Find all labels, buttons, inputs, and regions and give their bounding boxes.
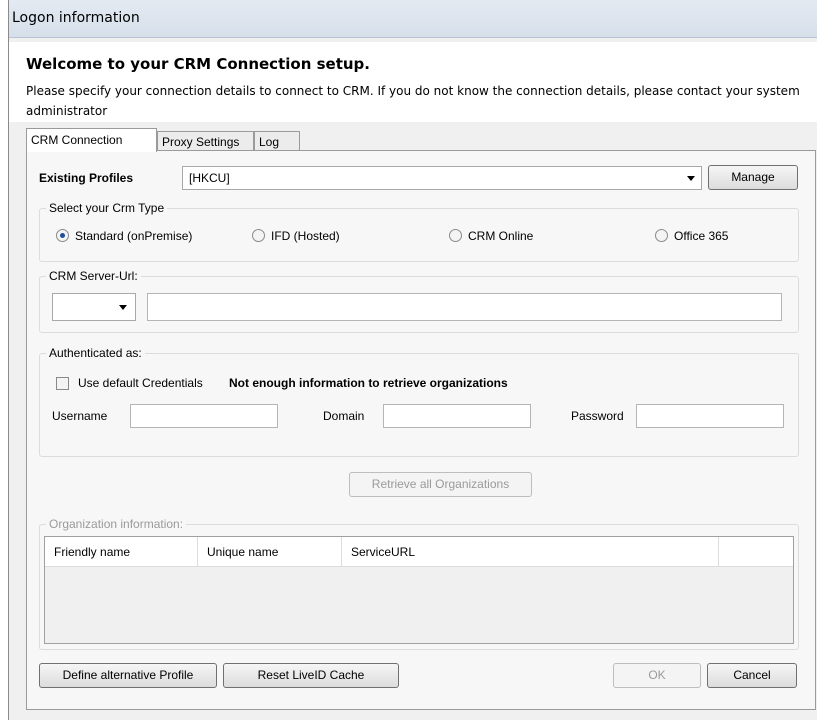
- column-filler: [719, 537, 794, 567]
- radio-label: IFD (Hosted): [271, 229, 340, 243]
- radio-crm-online[interactable]: CRM Online: [449, 229, 533, 243]
- radio-selected-icon: [56, 229, 69, 242]
- organization-label: Organization information:: [46, 517, 187, 531]
- radio-ifd-hosted[interactable]: IFD (Hosted): [252, 229, 340, 243]
- table-header: Friendly name Unique name ServiceURL: [45, 537, 793, 567]
- password-label: Password: [571, 409, 624, 423]
- reset-liveid-cache-button[interactable]: Reset LiveID Cache: [223, 663, 399, 688]
- crm-type-label: Select your Crm Type: [46, 201, 168, 215]
- profiles-dropdown[interactable]: [HKCU]: [182, 166, 702, 190]
- tab-proxy-settings[interactable]: Proxy Settings: [157, 131, 254, 151]
- server-url-label: CRM Server-Url:: [46, 269, 141, 283]
- tab-crm-connection[interactable]: CRM Connection: [26, 128, 157, 152]
- organizations-table[interactable]: Friendly name Unique name ServiceURL: [44, 536, 794, 644]
- organization-group: Organization information: Friendly name …: [39, 517, 799, 650]
- server-url-group: CRM Server-Url:: [39, 269, 799, 333]
- radio-office-365[interactable]: Office 365: [655, 229, 728, 243]
- chevron-down-icon: [119, 305, 127, 310]
- radio-icon: [252, 229, 265, 242]
- welcome-description: Please specify your connection details t…: [26, 84, 800, 118]
- authenticated-as-label: Authenticated as:: [46, 346, 145, 360]
- protocol-dropdown[interactable]: [52, 293, 136, 321]
- domain-input[interactable]: [383, 404, 531, 428]
- column-service-url[interactable]: ServiceURL: [342, 537, 719, 567]
- window-title: Logon information: [12, 10, 140, 26]
- default-credentials-checkbox[interactable]: [56, 377, 69, 390]
- auth-status-message: Not enough information to retrieve organ…: [229, 376, 508, 390]
- radio-icon: [655, 229, 668, 242]
- radio-label: CRM Online: [468, 229, 534, 243]
- profiles-selected-value: [HKCU]: [189, 171, 230, 185]
- tab-log[interactable]: Log: [254, 131, 300, 151]
- crm-type-group: Select your Crm Type Standard (onPremise…: [39, 201, 799, 262]
- radio-label: Office 365: [674, 229, 729, 243]
- authentication-group: Authenticated as: Use default Credential…: [39, 346, 799, 457]
- manage-button[interactable]: Manage: [708, 165, 798, 190]
- server-url-input[interactable]: [147, 293, 782, 321]
- crm-connection-panel: Existing Profiles [HKCU] Manage Select y…: [26, 150, 816, 710]
- chevron-down-icon: [687, 176, 695, 181]
- password-input[interactable]: [636, 404, 784, 428]
- existing-profiles-label: Existing Profiles: [39, 171, 134, 185]
- welcome-header: Welcome to your CRM Connection setup. Pl…: [9, 42, 817, 122]
- cancel-button[interactable]: Cancel: [707, 663, 797, 688]
- radio-standard-onpremise[interactable]: Standard (onPremise): [56, 229, 192, 243]
- default-credentials-label: Use default Credentials: [78, 376, 203, 390]
- column-unique-name[interactable]: Unique name: [198, 537, 342, 567]
- radio-label: Standard (onPremise): [75, 229, 193, 243]
- retrieve-organizations-button[interactable]: Retrieve all Organizations: [349, 472, 532, 497]
- welcome-heading: Welcome to your CRM Connection setup.: [26, 55, 370, 73]
- domain-label: Domain: [323, 409, 365, 423]
- define-alternative-profile-button[interactable]: Define alternative Profile: [39, 663, 217, 688]
- title-bar[interactable]: Logon information: [9, 0, 817, 38]
- ok-button[interactable]: OK: [613, 663, 701, 688]
- column-friendly-name[interactable]: Friendly name: [45, 537, 198, 567]
- radio-icon: [449, 229, 462, 242]
- username-input[interactable]: [130, 404, 278, 428]
- logon-window: Logon information Welcome to your CRM Co…: [8, 0, 817, 720]
- username-label: Username: [52, 409, 108, 423]
